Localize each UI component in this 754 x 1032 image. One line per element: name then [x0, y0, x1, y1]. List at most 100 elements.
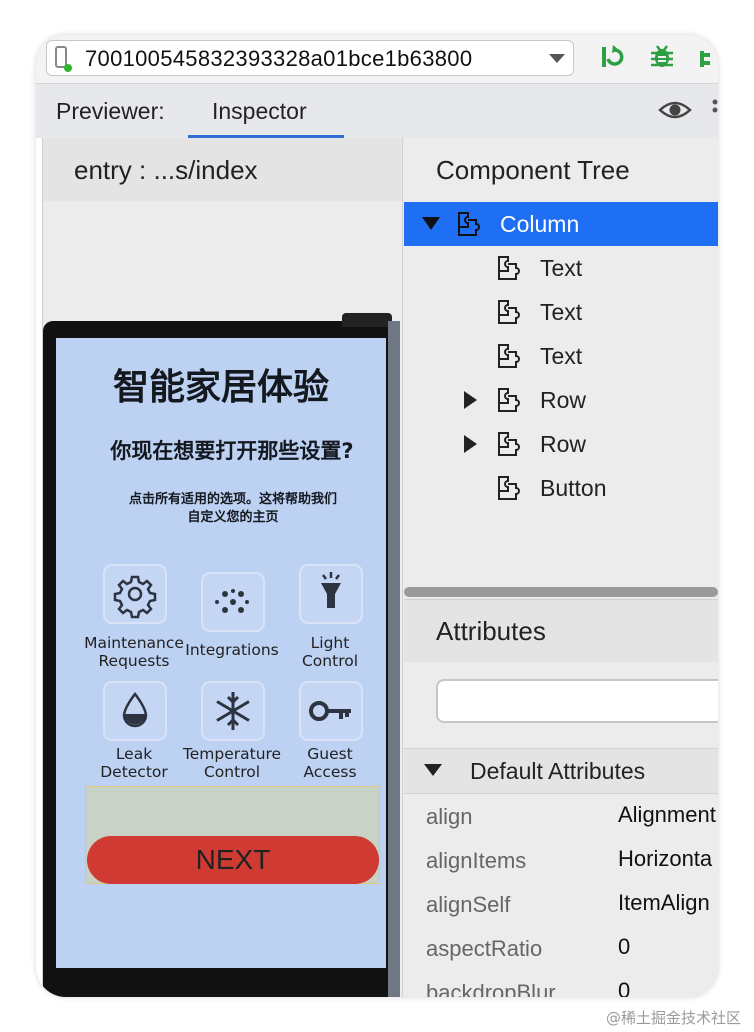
previewer-panel: entry : ...s/index 智能家居体验 你现在想要打开那些设置? 点…	[43, 138, 403, 997]
tree-node-label: Text	[540, 343, 583, 369]
option-label-line2: Access	[303, 763, 357, 781]
tree-node-row[interactable]: Row	[404, 378, 718, 422]
preview-scrollbar[interactable]	[388, 321, 400, 997]
attribute-row[interactable]: backdropBlur 0	[404, 970, 718, 997]
component-icon	[498, 476, 520, 500]
attribute-value[interactable]: Alignment	[618, 802, 716, 828]
expand-arrow-icon[interactable]	[464, 435, 477, 453]
collapse-arrow-icon[interactable]	[424, 764, 442, 776]
previewer-title: entry : ...s/index	[74, 155, 258, 185]
attribute-key: align	[426, 804, 473, 829]
option-label-line1: Light	[310, 634, 350, 652]
water-drop-icon	[103, 681, 167, 741]
default-attributes-section[interactable]: Default Attributes	[404, 748, 718, 794]
option-label-line2: Control	[301, 652, 359, 670]
tree-node-button[interactable]: Button	[404, 466, 718, 510]
chevron-down-icon[interactable]	[549, 54, 565, 63]
attribute-value[interactable]: Horizonta	[618, 846, 712, 872]
option-label-line1: Guest	[307, 745, 353, 763]
device-side-button	[342, 313, 392, 327]
device-screen[interactable]: 智能家居体验 你现在想要打开那些设置? 点击所有适用的选项。这将帮助我们 自定义…	[56, 338, 386, 968]
option-label: Guest Access	[278, 745, 382, 781]
watermark: @稀土掘金技术社区	[606, 1009, 742, 1027]
tab-bar: Previewer: Inspector	[36, 83, 718, 139]
option-label-line2: Requests	[98, 652, 170, 670]
tree-node-label: Column	[500, 211, 580, 237]
tab-previewer[interactable]: Previewer:	[56, 98, 165, 125]
attributes-panel: Attributes Default Attributes align Alig…	[404, 599, 718, 997]
left-gutter	[36, 138, 43, 997]
more-icon[interactable]	[712, 96, 718, 124]
option-label: Maintenance Requests	[82, 634, 186, 670]
expand-arrow-icon[interactable]	[464, 391, 477, 409]
previewer-header: entry : ...s/index	[43, 138, 402, 201]
component-tree-title: Component Tree	[436, 155, 630, 185]
option-label-line2: Control	[203, 763, 261, 781]
attribute-value[interactable]: 0	[618, 978, 630, 997]
gear-icon	[103, 564, 167, 624]
app-description-line2: 自定义您的主页	[187, 510, 279, 525]
app-title: 智能家居体验	[112, 367, 329, 408]
default-attributes-label: Default Attributes	[470, 758, 646, 784]
tab-inspector-label: Inspector	[212, 98, 307, 124]
spotlight-icon	[299, 564, 363, 624]
attribute-value[interactable]: ItemAlign	[618, 890, 710, 916]
device-selector[interactable]: 700100545832393328a01bce1b63800	[46, 40, 574, 76]
attribute-value[interactable]: 0	[618, 934, 630, 960]
app-description: 点击所有适用的选项。这将帮助我们 自定义您的主页	[108, 491, 358, 527]
option-label: Temperature Control	[180, 745, 284, 781]
component-icon	[498, 432, 520, 456]
tree-node-row[interactable]: Row	[404, 422, 718, 466]
option-label-line1: Leak	[115, 745, 153, 763]
option-label-line1: Temperature	[182, 745, 282, 763]
snowflake-icon	[201, 681, 265, 741]
device-id: 700100545832393328a01bce1b63800	[85, 46, 473, 71]
option-label: Integrations	[180, 641, 284, 659]
component-tree-panel: Component Tree Column Text Text Text Row…	[404, 138, 718, 593]
component-icon	[498, 388, 520, 412]
attributes-title: Attributes	[436, 616, 546, 646]
attributes-search-input[interactable]	[436, 679, 718, 723]
tree-node-label: Text	[540, 255, 583, 281]
tree-node-text[interactable]: Text	[404, 246, 718, 290]
key-icon	[299, 681, 363, 741]
attribute-row[interactable]: align Alignment	[404, 794, 718, 838]
run-icon[interactable]	[596, 43, 624, 71]
connected-status-icon	[64, 64, 72, 72]
attribute-key: aspectRatio	[426, 936, 543, 961]
attribute-row[interactable]: alignSelf ItemAlign	[404, 882, 718, 926]
option-label-line1: Maintenance	[84, 634, 184, 652]
bug-icon-partial[interactable]	[700, 43, 718, 71]
component-icon	[458, 212, 480, 236]
option-label: Light Control	[278, 634, 382, 670]
option-label-line2: Detector	[100, 763, 168, 781]
expand-arrow-icon[interactable]	[422, 217, 440, 230]
ide-window: 700100545832393328a01bce1b63800 Previewe…	[36, 35, 718, 997]
attribute-key: alignSelf	[426, 892, 511, 917]
option-label: Leak Detector	[82, 745, 186, 781]
device-frame: 智能家居体验 你现在想要打开那些设置? 点击所有适用的选项。这将帮助我们 自定义…	[43, 313, 400, 997]
tree-node-label: Button	[540, 475, 607, 501]
attribute-key: alignItems	[426, 848, 527, 873]
component-tree-scrollbar[interactable]	[404, 587, 718, 597]
toolbar: 700100545832393328a01bce1b63800	[36, 35, 718, 83]
tree-node-label: Row	[540, 431, 587, 457]
tree-node-label: Row	[540, 387, 587, 413]
dots-icon	[201, 572, 265, 632]
tab-inspector[interactable]: Inspector	[188, 84, 344, 139]
eye-icon[interactable]	[658, 96, 692, 124]
component-icon	[498, 256, 520, 280]
next-button[interactable]: NEXT	[87, 836, 379, 884]
component-icon	[498, 344, 520, 368]
tree-node-column[interactable]: Column	[404, 202, 718, 246]
app-question: 你现在想要打开那些设置?	[110, 439, 354, 463]
attribute-row[interactable]: alignItems Horizonta	[404, 838, 718, 882]
tree-node-text[interactable]: Text	[404, 334, 718, 378]
attribute-row[interactable]: aspectRatio 0	[404, 926, 718, 970]
tree-node-text[interactable]: Text	[404, 290, 718, 334]
attribute-key: backdropBlur	[426, 980, 556, 997]
next-button-container: NEXT	[85, 786, 380, 884]
debug-icon[interactable]	[648, 43, 676, 71]
option-label-line1: Integrations	[185, 641, 279, 659]
tree-node-label: Text	[540, 299, 583, 325]
